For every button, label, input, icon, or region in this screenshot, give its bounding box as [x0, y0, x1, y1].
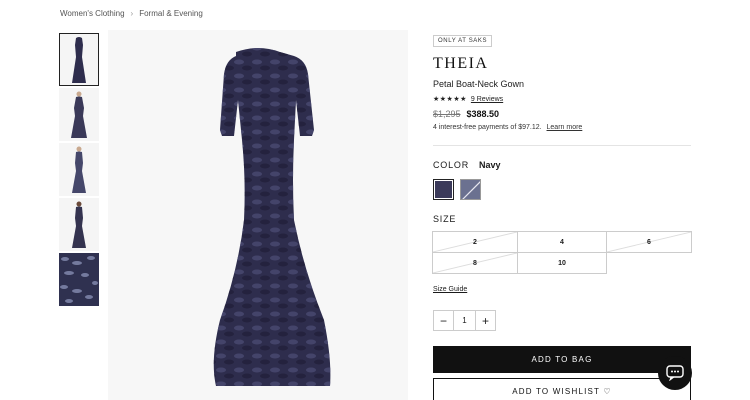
add-to-wishlist-button[interactable]: ADD TO WISHLIST ♡ — [433, 378, 691, 400]
exclusive-badge: ONLY AT SAKS — [433, 35, 493, 47]
size-guide-link[interactable]: Size Guide — [433, 286, 691, 293]
thumbnail-4[interactable] — [59, 198, 99, 251]
size-option-4[interactable]: 4 — [517, 231, 607, 253]
thumbnail-5-detail[interactable] — [59, 253, 99, 306]
rating: ★★★★★ 9 Reviews — [433, 95, 691, 104]
size-6-label: 6 — [647, 238, 651, 246]
learn-more-link[interactable]: Learn more — [547, 124, 583, 131]
thumbnail-gallery — [59, 33, 101, 308]
size-options: 2 4 6 8 10 — [432, 231, 692, 274]
star-rating-icon: ★★★★★ — [433, 96, 467, 103]
brand-name[interactable]: THEIA — [433, 55, 691, 73]
chat-button[interactable] — [658, 356, 692, 390]
add-to-bag-button[interactable]: ADD TO BAG — [433, 346, 691, 373]
color-swatches — [433, 179, 691, 200]
gown-image — [213, 48, 331, 386]
installments-info: 4 interest-free payments of $97.12. Lear… — [433, 124, 691, 131]
quantity-input[interactable]: 1 — [454, 310, 475, 331]
selected-color: Navy — [479, 160, 501, 170]
thumbnail-2[interactable] — [59, 88, 99, 141]
original-price: $1,295 — [433, 109, 461, 119]
product-name: Petal Boat-Neck Gown — [433, 79, 525, 89]
breadcrumb-womens-clothing[interactable]: Women's Clothing — [60, 9, 125, 18]
reviews-link[interactable]: 9 Reviews — [471, 96, 503, 103]
thumbnail-3[interactable] — [59, 143, 99, 196]
quantity-decrease-button[interactable]: − — [433, 310, 454, 331]
size-option-6[interactable]: 6 — [606, 231, 692, 253]
chevron-right-icon: › — [130, 9, 134, 18]
swatch-alt[interactable] — [460, 179, 481, 200]
swatch-navy[interactable] — [433, 179, 454, 200]
breadcrumb: Women's Clothing › Formal & Evening — [60, 9, 203, 18]
color-label: COLOR — [433, 160, 470, 170]
size-10-label: 10 — [558, 259, 566, 267]
thumbnail-1[interactable] — [59, 33, 99, 86]
installments-text: 4 interest-free payments of $97.12. — [433, 124, 542, 131]
size-option-10[interactable]: 10 — [517, 252, 607, 274]
size-2-label: 2 — [473, 238, 477, 246]
color-selector-label: COLOR Navy — [433, 160, 691, 170]
chat-bubble-icon — [666, 365, 684, 381]
quantity-stepper: − 1 + — [433, 310, 691, 331]
size-8-label: 8 — [473, 259, 477, 267]
breadcrumb-formal-evening[interactable]: Formal & Evening — [139, 9, 203, 18]
size-label: SIZE — [433, 214, 457, 224]
divider — [433, 145, 691, 146]
price: $1,295 $388.50 — [433, 109, 691, 119]
sale-price: $388.50 — [466, 109, 500, 119]
size-option-2[interactable]: 2 — [432, 231, 518, 253]
product-info-panel: ONLY AT SAKS THEIA Petal Boat-Neck Gown … — [432, 29, 692, 400]
size-4-label: 4 — [560, 238, 564, 246]
quantity-increase-button[interactable]: + — [475, 310, 496, 331]
product-main-image[interactable] — [108, 30, 408, 400]
size-option-8[interactable]: 8 — [432, 252, 518, 274]
